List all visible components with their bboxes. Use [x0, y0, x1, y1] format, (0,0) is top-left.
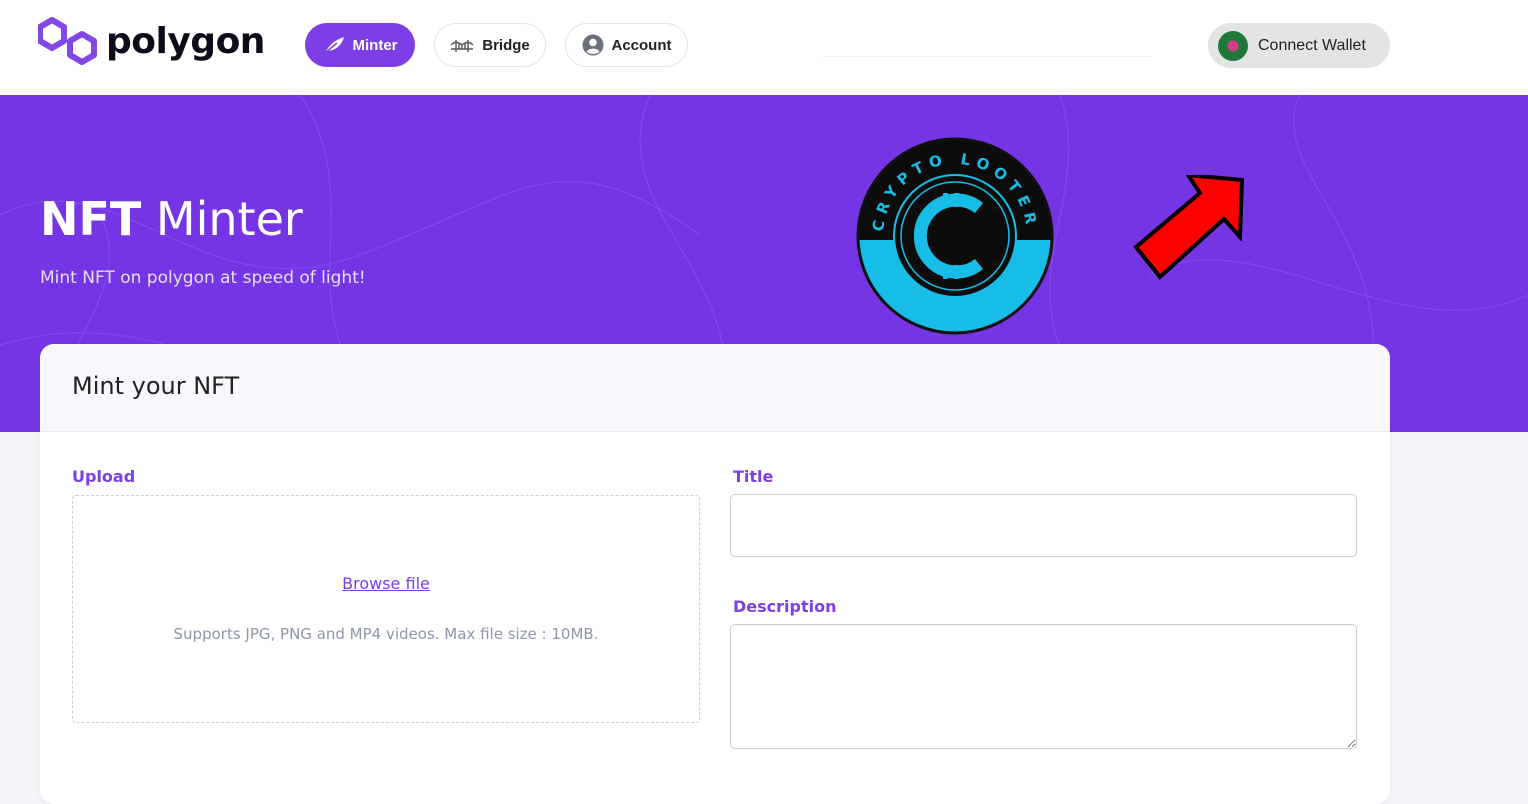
nav-account-label: Account — [611, 36, 672, 54]
nav-bridge-label: Bridge — [482, 36, 530, 54]
mint-card-header: Mint your NFT — [40, 344, 1390, 432]
polygon-logo-icon — [38, 17, 97, 65]
hero-subtitle: Mint NFT on polygon at speed of light! — [40, 268, 366, 288]
hero-title-rest: Minter — [141, 192, 303, 246]
upload-label: Upload — [72, 467, 136, 486]
top-header: polygon Minter Bridge Account Connect Wa… — [0, 0, 1528, 95]
title-input[interactable] — [730, 494, 1357, 557]
browse-file-label[interactable]: Browse file — [342, 574, 430, 593]
wallet-avatar-icon — [1218, 30, 1248, 61]
upload-dropzone[interactable]: Browse file Supports JPG, PNG and MP4 vi… — [72, 495, 700, 723]
nav-minter-button[interactable]: Minter — [305, 23, 415, 67]
crypto-looters-badge: CRYPTO LOOTERS — [855, 136, 1054, 335]
logo-text: polygon — [106, 21, 265, 62]
red-arrow-icon — [1133, 175, 1245, 280]
connect-wallet-button[interactable]: Connect Wallet — [1208, 23, 1390, 68]
header-divider — [822, 56, 1150, 57]
hero-title: NFT Minter — [40, 192, 303, 246]
description-label: Description — [733, 597, 837, 616]
upload-hint: Supports JPG, PNG and MP4 videos. Max fi… — [173, 625, 599, 643]
leaf-icon — [324, 37, 344, 54]
user-circle-icon — [582, 34, 603, 56]
browse-file-link: Browse file — [73, 574, 699, 593]
nav-minter-label: Minter — [352, 36, 398, 54]
nav-bridge-button[interactable]: Bridge — [434, 23, 546, 67]
polygon-logo[interactable]: polygon — [38, 14, 278, 70]
connect-wallet-label: Connect Wallet — [1258, 36, 1366, 54]
mint-card: Mint your NFT Upload Browse file Support… — [40, 344, 1390, 804]
hero-title-bold: NFT — [40, 192, 142, 246]
description-textarea[interactable] — [730, 624, 1357, 749]
nav-account-button[interactable]: Account — [565, 23, 688, 67]
title-label: Title — [733, 467, 774, 486]
mint-card-title: Mint your NFT — [72, 372, 240, 400]
bridge-icon — [450, 40, 474, 52]
